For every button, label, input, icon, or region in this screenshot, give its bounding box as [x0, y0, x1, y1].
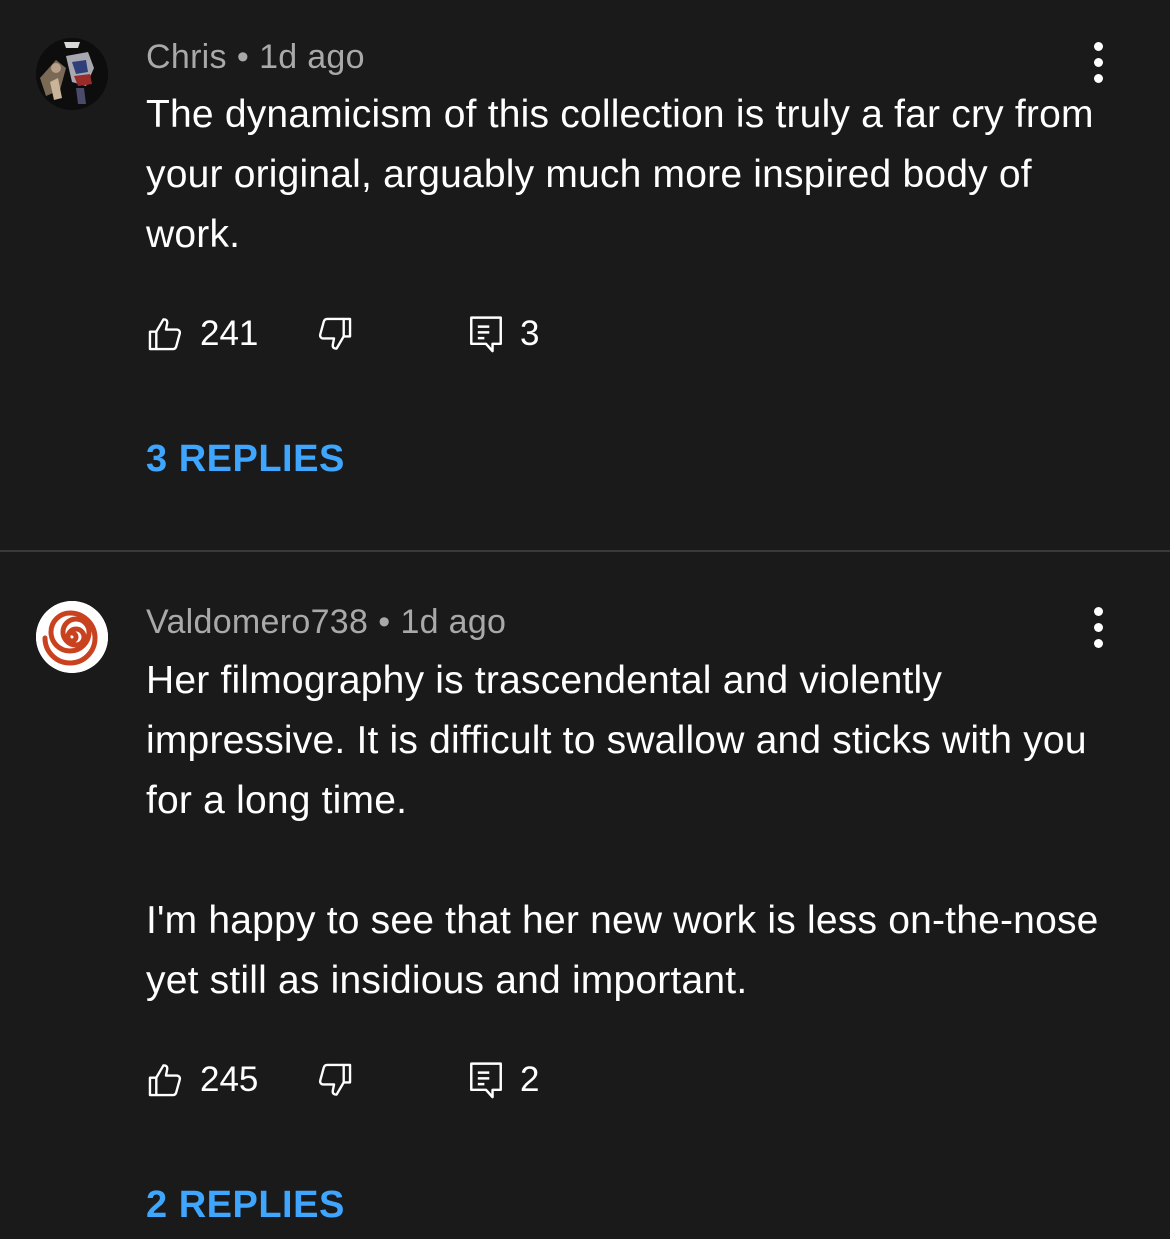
like-count: 241 — [200, 314, 259, 353]
view-replies-button[interactable]: 3 REPLIES — [146, 438, 345, 481]
timestamp: 1d ago — [400, 603, 507, 641]
meta-separator: • — [378, 603, 391, 641]
avatar[interactable] — [36, 601, 108, 673]
like-button[interactable]: 245 — [146, 1056, 258, 1104]
comment-meta: Valdomero738 • 1d ago — [146, 603, 506, 642]
meta-separator: • — [236, 38, 250, 76]
like-button[interactable]: 241 — [146, 310, 258, 358]
reply-count: 2 — [520, 1060, 540, 1099]
dislike-button[interactable] — [316, 310, 354, 358]
avatar[interactable] — [36, 38, 108, 110]
comment-text: The dynamicism of this collection is tru… — [146, 93, 1094, 256]
thumbs-up-icon — [148, 1064, 182, 1097]
comment-meta: Chris • 1d ago — [146, 38, 365, 77]
comment-actions: 241 3 — [146, 310, 746, 358]
thumbs-down-icon — [318, 1063, 352, 1096]
avatar-image — [36, 38, 108, 110]
reply-button[interactable]: 3 — [468, 310, 539, 358]
comment-icon — [470, 316, 502, 353]
thumbs-up-icon — [148, 318, 182, 351]
author-name[interactable]: Chris — [146, 38, 227, 76]
view-replies-button[interactable]: 2 REPLIES — [146, 1184, 345, 1227]
timestamp: 1d ago — [259, 38, 365, 76]
comment-item: Chris • 1d ago The dynamicism of this coll… — [0, 0, 1170, 550]
comment-item: Valdomero738 • 1d ago Her filmography is t… — [0, 552, 1170, 1239]
reply-button[interactable]: 2 — [468, 1056, 539, 1104]
more-vertical-icon[interactable] — [1080, 40, 1116, 84]
thumbs-down-icon — [318, 317, 352, 350]
like-count: 245 — [200, 1060, 259, 1099]
spiral-icon — [36, 601, 108, 673]
more-vertical-icon[interactable] — [1080, 605, 1116, 649]
dislike-button[interactable] — [316, 1056, 354, 1104]
reply-count: 3 — [520, 314, 540, 353]
comment-icon — [470, 1062, 502, 1099]
comment-text: Her filmography is trascendental and vio… — [146, 659, 1099, 1002]
author-name[interactable]: Valdomero738 — [146, 603, 368, 641]
comment-actions: 245 2 — [146, 1056, 746, 1104]
